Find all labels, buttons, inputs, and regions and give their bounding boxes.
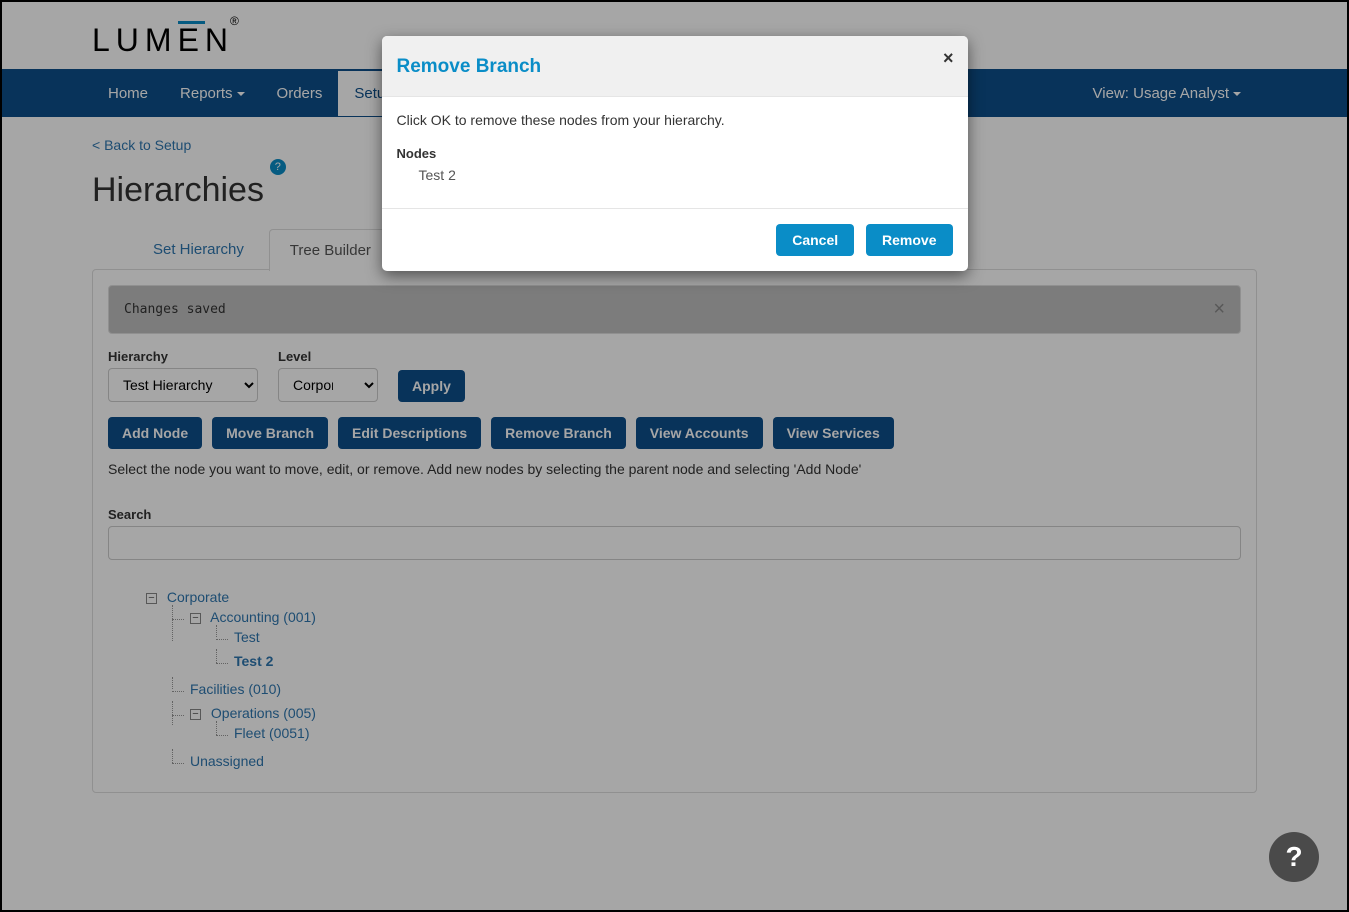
- close-icon[interactable]: ×: [943, 48, 954, 69]
- remove-branch-modal: × Remove Branch Click OK to remove these…: [382, 36, 968, 271]
- modal-description: Click OK to remove these nodes from your…: [397, 112, 953, 128]
- modal-nodes-label: Nodes: [397, 146, 953, 161]
- help-fab[interactable]: ?: [1269, 832, 1319, 882]
- cancel-button[interactable]: Cancel: [776, 224, 854, 256]
- modal-title: Remove Branch: [397, 56, 953, 78]
- modal-node-item: Test 2: [397, 167, 953, 183]
- remove-button[interactable]: Remove: [866, 224, 952, 256]
